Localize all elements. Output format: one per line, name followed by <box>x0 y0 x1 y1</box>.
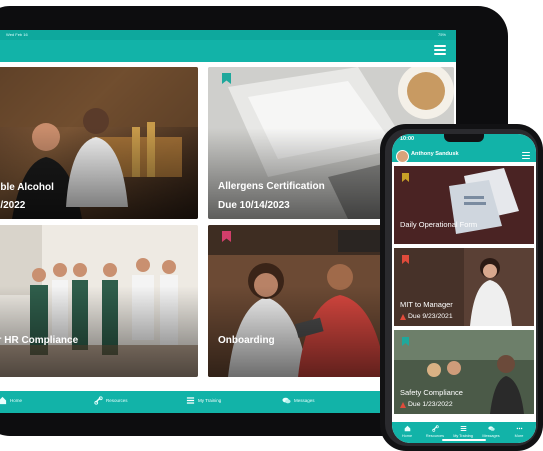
more-icon <box>516 427 522 430</box>
user-name: Anthony Sandusk <box>411 151 459 157</box>
card-due-row: Due 9/23/2021 <box>400 313 453 320</box>
card-title: Daily Operational Form <box>400 220 478 229</box>
nav-label: Messages <box>482 434 500 438</box>
warning-icon <box>400 313 406 320</box>
card-title: Allergens Certification <box>218 181 325 192</box>
card-title: er HR Compliance <box>0 335 79 346</box>
nav-messages[interactable]: Messages <box>282 396 315 405</box>
bookmark-icon <box>222 71 231 84</box>
phone-card-daily-operational-form[interactable]: Daily Operational Form <box>394 166 534 244</box>
nav-more[interactable]: More <box>506 425 532 438</box>
nav-my-training[interactable]: My Training <box>186 396 221 405</box>
phone-card-safety-compliance[interactable]: Safety Compliance Due 1/23/2022 <box>394 330 534 414</box>
nav-my-training[interactable]: My Training <box>450 425 476 438</box>
card-title: sible Alcohol <box>0 182 54 193</box>
nav-label: Resources <box>425 434 445 438</box>
home-icon <box>404 425 410 432</box>
link-icon <box>431 425 439 432</box>
bookmark-icon <box>402 333 409 346</box>
card-due-date: Due 10/14/2023 <box>218 200 290 211</box>
nav-label: Home <box>10 398 23 403</box>
phone-notch <box>444 134 484 142</box>
card-due-date: /7/2022 <box>0 200 26 211</box>
avatar[interactable] <box>396 150 409 163</box>
nav-home[interactable]: Home <box>394 425 420 438</box>
card-title: Onboarding <box>218 335 275 346</box>
nav-resources[interactable]: Resources <box>422 425 448 438</box>
phone-card-mit-to-manager[interactable]: MIT to Manager Due 9/23/2021 <box>394 248 534 326</box>
home-icon <box>0 396 7 405</box>
chat-icon <box>282 397 291 404</box>
nav-messages[interactable]: Messages <box>478 425 504 438</box>
phone-screen: 10:00 Anthony Sandusk Daily Operational … <box>392 134 536 443</box>
list-icon <box>186 397 195 404</box>
menu-icon[interactable] <box>522 152 530 161</box>
training-card-hr-compliance[interactable]: er HR Compliance <box>0 225 198 377</box>
card-title: Safety Compliance <box>400 388 463 397</box>
chat-icon <box>487 426 495 431</box>
card-due-row: Due 1/23/2022 <box>400 401 453 408</box>
bookmark-icon <box>222 229 231 242</box>
card-due-date: Due 9/23/2021 <box>408 313 453 320</box>
phone-status-time: 10:00 <box>400 136 415 142</box>
nav-label: Home <box>401 434 413 438</box>
link-icon <box>94 396 103 405</box>
card-photo-forms <box>394 166 534 244</box>
nav-resources[interactable]: Resources <box>94 396 128 405</box>
nav-label: My Training <box>453 434 473 438</box>
nav-label: Resources <box>106 398 128 403</box>
nav-label: Messages <box>294 398 315 403</box>
nav-label: More <box>514 434 524 438</box>
nav-home[interactable]: Home <box>0 396 22 405</box>
menu-icon[interactable] <box>434 45 446 55</box>
list-icon <box>460 426 466 431</box>
tablet-status-battery: 75% <box>437 32 446 37</box>
tablet-app-header <box>0 40 456 62</box>
home-indicator <box>442 439 486 441</box>
tablet-status-bar: Wed Feb 16 75% <box>0 30 456 40</box>
warning-icon <box>400 401 406 408</box>
bookmark-icon <box>402 169 409 182</box>
card-title: MIT to Manager <box>400 300 453 309</box>
tablet-status-date: Wed Feb 16 <box>6 32 28 37</box>
training-card-alcohol[interactable]: sible Alcohol /7/2022 <box>0 67 198 219</box>
card-due-date: Due 1/23/2022 <box>408 401 453 408</box>
bookmark-icon <box>402 251 409 264</box>
nav-label: My Training <box>198 398 222 403</box>
phone-user-header: Anthony Sandusk <box>392 146 536 164</box>
